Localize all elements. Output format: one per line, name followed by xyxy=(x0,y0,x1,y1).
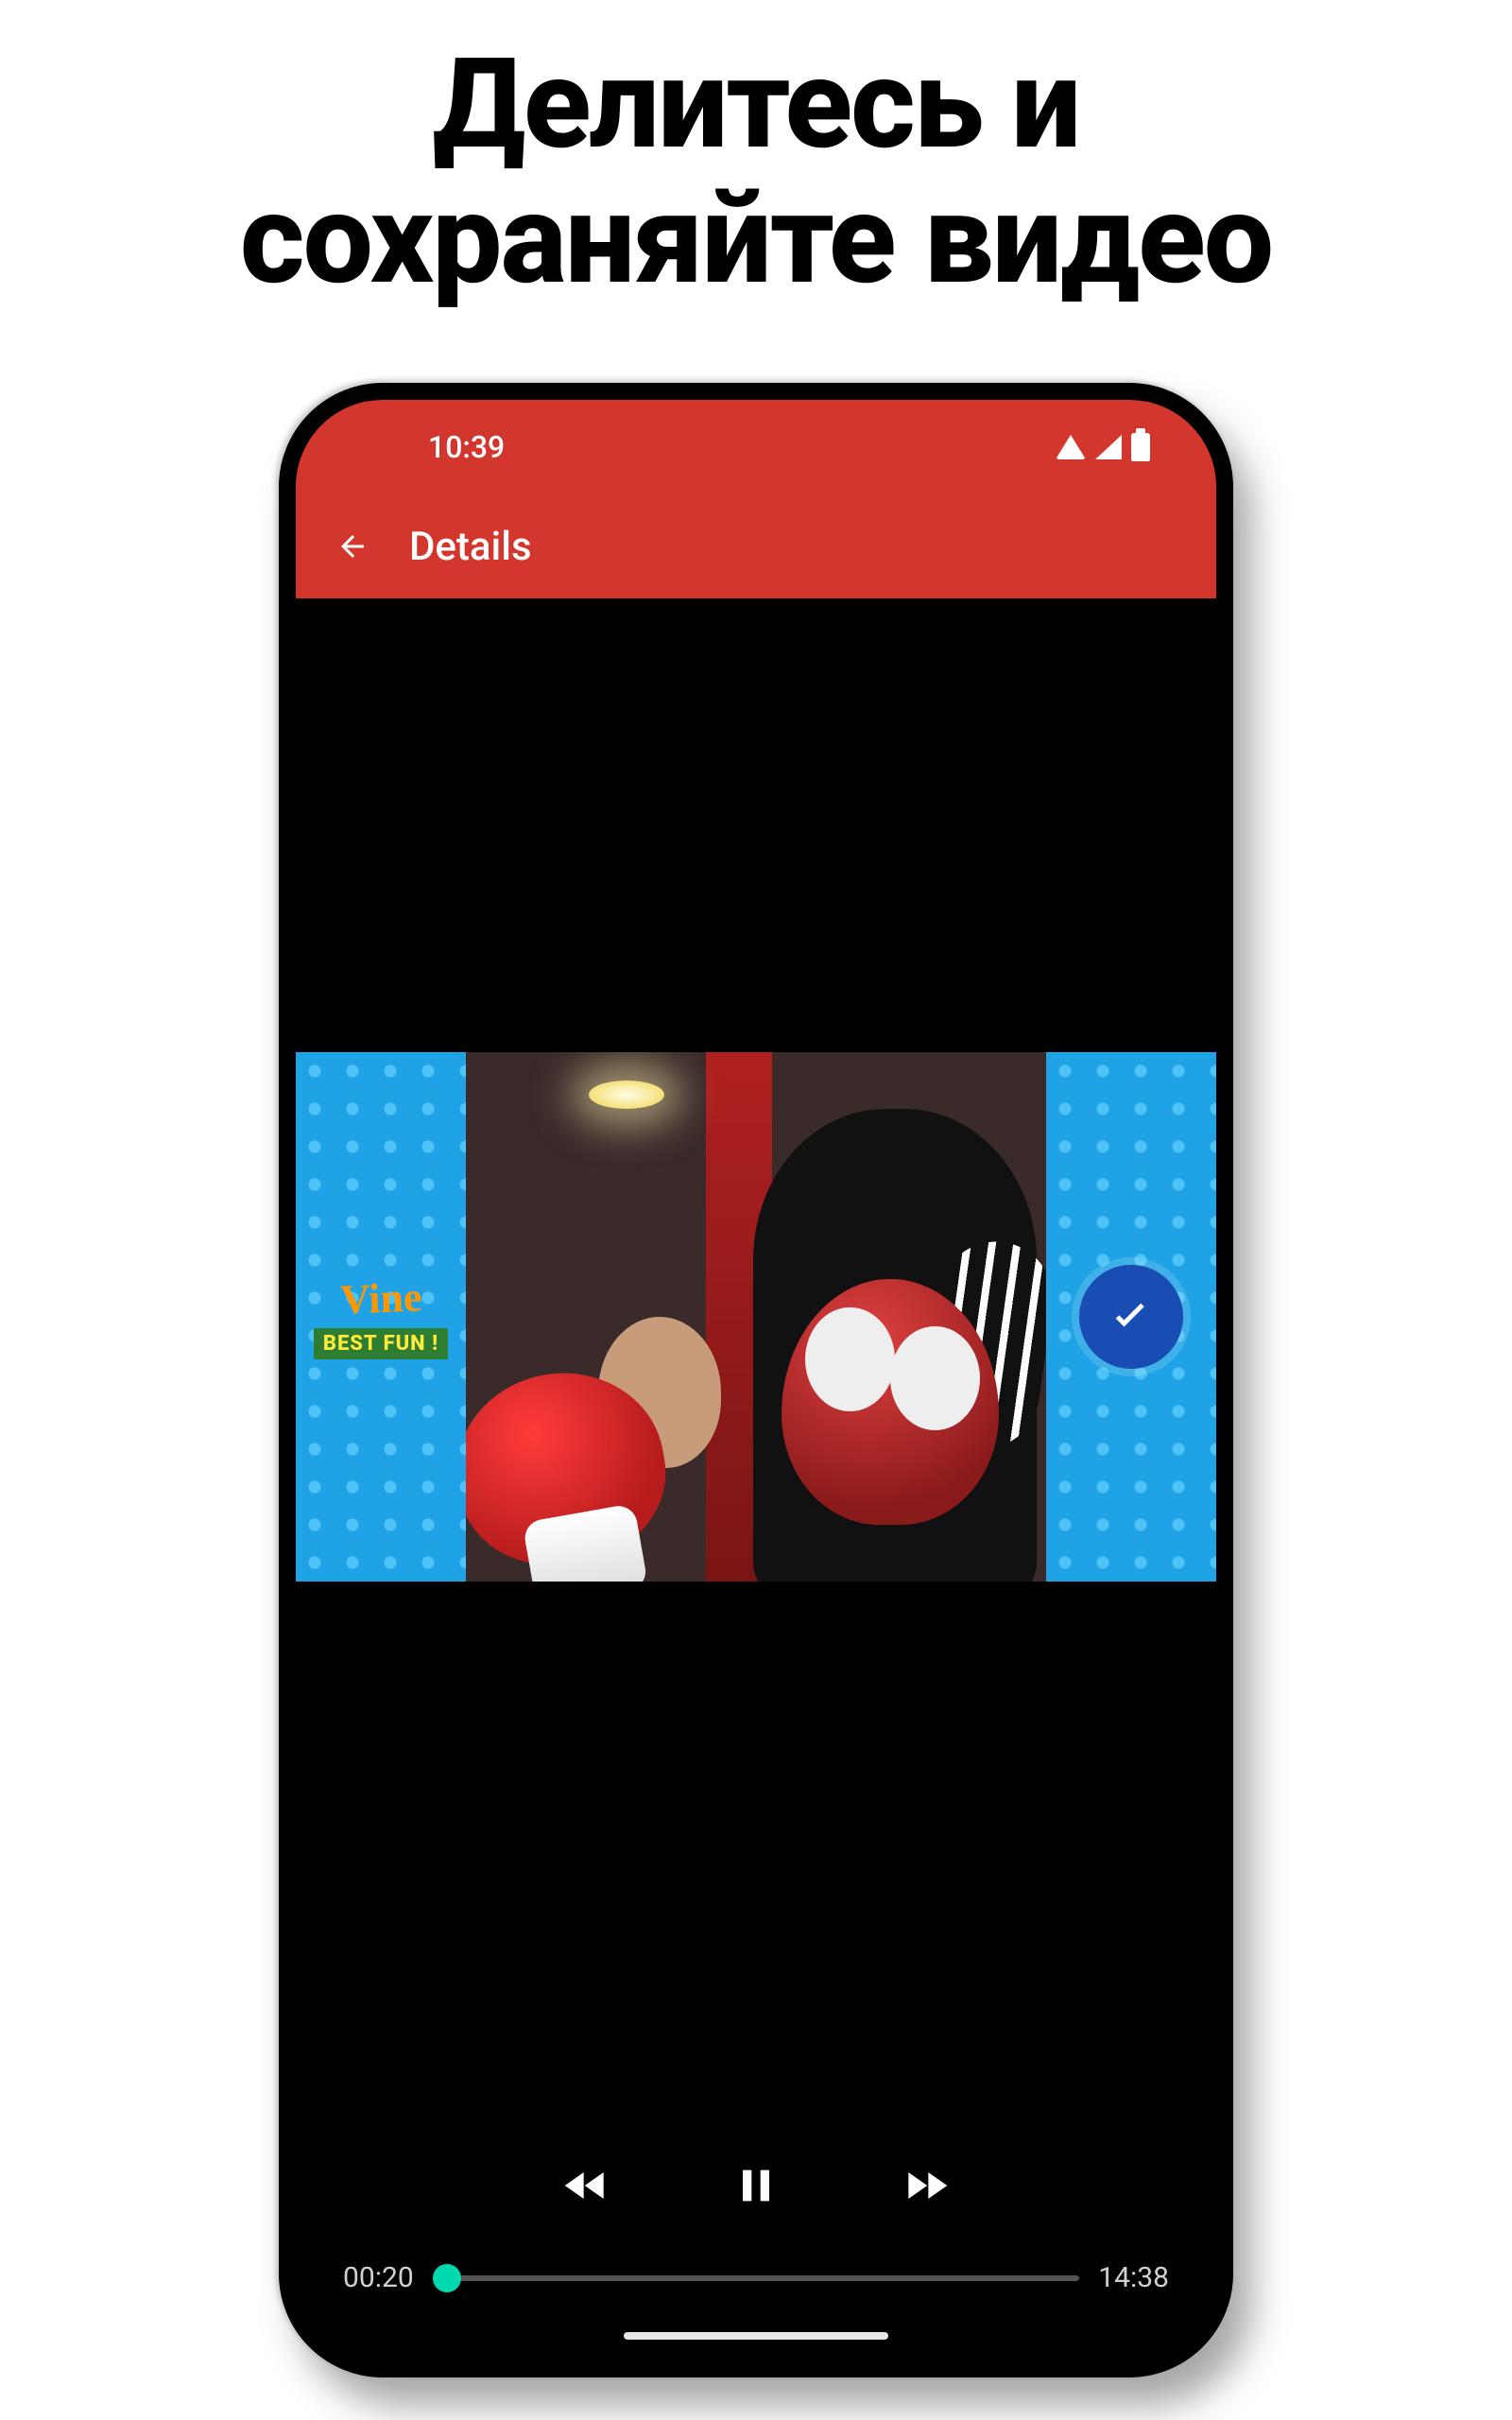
battery-icon xyxy=(1131,433,1150,461)
elapsed-time: 00:20 xyxy=(343,2261,414,2294)
playback-controls xyxy=(296,2152,1216,2219)
best-fun-tag: BEST FUN ! xyxy=(314,1328,448,1359)
back-button[interactable] xyxy=(334,527,371,565)
rewind-icon xyxy=(559,2159,612,2212)
arrow-left-icon xyxy=(335,529,369,563)
video-right-panel xyxy=(1046,1052,1216,1582)
vine-logo: Vine xyxy=(339,1273,422,1324)
fast-forward-icon xyxy=(900,2159,953,2212)
appbar-title: Details xyxy=(409,524,532,570)
video-thumbnail xyxy=(466,1052,1046,1582)
total-time: 14:38 xyxy=(1098,2261,1169,2294)
verified-badge-icon xyxy=(1079,1265,1183,1369)
video-left-panel: Vine BEST FUN ! xyxy=(296,1052,466,1582)
rewind-button[interactable] xyxy=(553,2152,619,2219)
progress-row: 00:20 14:38 xyxy=(343,2261,1169,2294)
status-time: 10:39 xyxy=(428,429,505,465)
phone-mockup: 10:39 Details Vine BEST FUN ! xyxy=(279,383,1233,2377)
pause-icon xyxy=(730,2159,782,2212)
pause-button[interactable] xyxy=(723,2152,789,2219)
promo-headline: Делитесь и сохраняйте видео xyxy=(0,0,1512,307)
progress-slider[interactable] xyxy=(433,2275,1080,2281)
headline-line2: сохраняйте видео xyxy=(0,173,1512,308)
signal-icon xyxy=(1095,435,1122,459)
app-bar: Details xyxy=(296,494,1216,598)
video-frame: Vine BEST FUN ! xyxy=(296,1052,1216,1582)
headline-line1: Делитесь и xyxy=(0,38,1512,173)
phone-screen: 10:39 Details Vine BEST FUN ! xyxy=(296,400,1216,2360)
status-bar: 10:39 xyxy=(296,400,1216,494)
progress-thumb[interactable] xyxy=(433,2264,461,2292)
forward-button[interactable] xyxy=(893,2152,959,2219)
video-player[interactable]: Vine BEST FUN ! xyxy=(296,598,1216,2360)
home-indicator[interactable] xyxy=(624,2332,888,2340)
wifi-icon xyxy=(1056,435,1086,459)
